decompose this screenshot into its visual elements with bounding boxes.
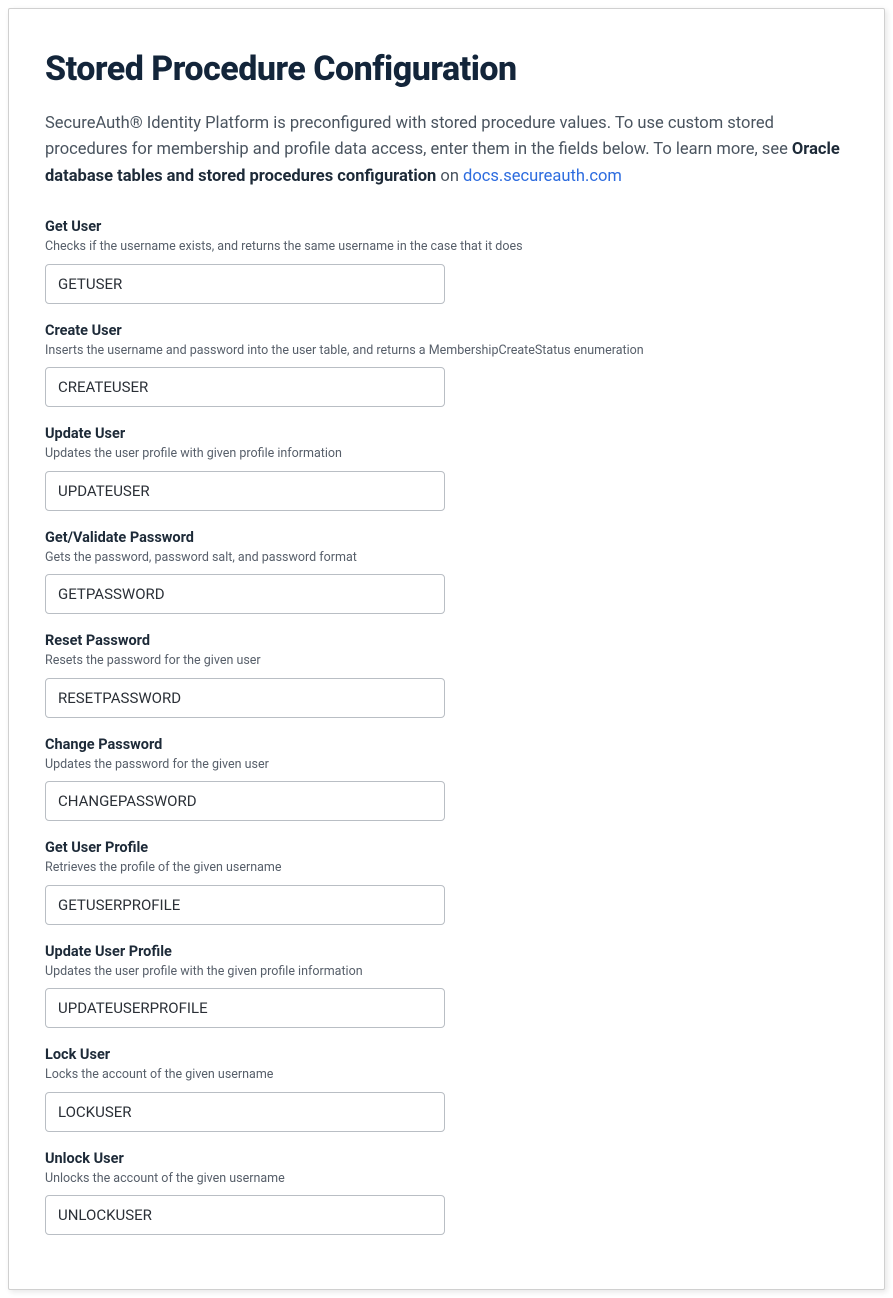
get-user-input[interactable]: [45, 264, 445, 304]
field-get-user-profile: Get User Profile Retrieves the profile o…: [45, 839, 848, 925]
field-label: Get User: [45, 218, 848, 235]
field-label: Get User Profile: [45, 839, 848, 856]
intro-text-middle: on: [436, 167, 463, 186]
field-help: Gets the password, password salt, and pa…: [45, 549, 848, 567]
field-help: Checks if the username exists, and retur…: [45, 238, 848, 256]
field-label: Get/Validate Password: [45, 529, 848, 546]
reset-password-input[interactable]: [45, 678, 445, 718]
intro-link[interactable]: docs.secureauth.com: [463, 167, 622, 186]
field-label: Unlock User: [45, 1150, 848, 1167]
field-create-user: Create User Inserts the username and pas…: [45, 322, 848, 408]
field-unlock-user: Unlock User Unlocks the account of the g…: [45, 1150, 848, 1236]
field-label: Change Password: [45, 736, 848, 753]
field-change-password: Change Password Updates the password for…: [45, 736, 848, 822]
field-label: Create User: [45, 322, 848, 339]
intro-text-before: SecureAuth® Identity Platform is preconf…: [45, 114, 792, 159]
field-update-user-profile: Update User Profile Updates the user pro…: [45, 943, 848, 1029]
field-help: Updates the user profile with given prof…: [45, 445, 848, 463]
field-label: Update User: [45, 425, 848, 442]
intro-paragraph: SecureAuth® Identity Platform is preconf…: [45, 111, 848, 190]
get-validate-password-input[interactable]: [45, 574, 445, 614]
lock-user-input[interactable]: [45, 1092, 445, 1132]
stored-procedure-config-panel: Stored Procedure Configuration SecureAut…: [8, 8, 885, 1290]
field-update-user: Update User Updates the user profile wit…: [45, 425, 848, 511]
create-user-input[interactable]: [45, 367, 445, 407]
get-user-profile-input[interactable]: [45, 885, 445, 925]
page-title: Stored Procedure Configuration: [45, 49, 848, 89]
field-label: Lock User: [45, 1046, 848, 1063]
update-user-profile-input[interactable]: [45, 988, 445, 1028]
update-user-input[interactable]: [45, 471, 445, 511]
field-help: Retrieves the profile of the given usern…: [45, 859, 848, 877]
field-reset-password: Reset Password Resets the password for t…: [45, 632, 848, 718]
field-help: Inserts the username and password into t…: [45, 342, 848, 360]
change-password-input[interactable]: [45, 781, 445, 821]
field-label: Reset Password: [45, 632, 848, 649]
field-help: Resets the password for the given user: [45, 652, 848, 670]
field-get-validate-password: Get/Validate Password Gets the password,…: [45, 529, 848, 615]
field-help: Unlocks the account of the given usernam…: [45, 1170, 848, 1188]
field-help: Updates the password for the given user: [45, 756, 848, 774]
field-label: Update User Profile: [45, 943, 848, 960]
unlock-user-input[interactable]: [45, 1195, 445, 1235]
field-lock-user: Lock User Locks the account of the given…: [45, 1046, 848, 1132]
field-help: Locks the account of the given username: [45, 1066, 848, 1084]
field-get-user: Get User Checks if the username exists, …: [45, 218, 848, 304]
field-help: Updates the user profile with the given …: [45, 963, 848, 981]
